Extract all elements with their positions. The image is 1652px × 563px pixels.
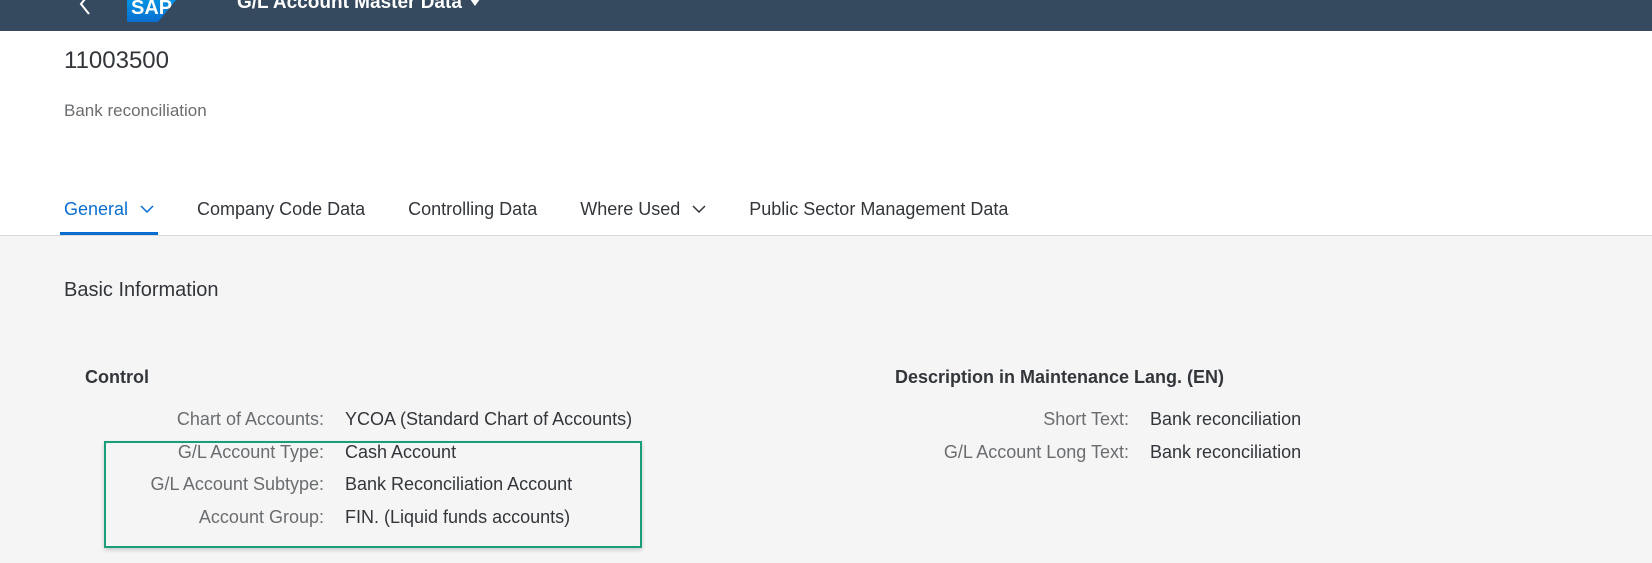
tab-public-sector-management-data[interactable]: Public Sector Management Data [745,183,1012,235]
field-value: Bank reconciliation [1150,442,1302,462]
form-row-gl-account-long-text: G/L Account Long Text: Bank reconciliati… [0,442,1652,466]
tab-controlling-data[interactable]: Controlling Data [404,183,541,235]
section-title: Basic Information [64,279,219,301]
field-value: Bank reconciliation [1150,409,1302,429]
app-title-menu[interactable]: G/L Account Master Data [237,0,480,14]
field-label: G/L Account Long Text: [943,442,1129,462]
tab-company-code-data[interactable]: Company Code Data [193,183,369,235]
field-label: Account Group: [198,507,324,527]
form-row-gl-account-subtype: G/L Account Subtype: Bank Reconciliation… [0,474,1652,498]
tab-label: Controlling Data [408,198,538,219]
caret-down-icon [470,0,480,6]
field-value: FIN. (Liquid funds accounts) [345,507,571,527]
description-group-title: Description in Maintenance Lang. (EN) [895,367,1225,387]
shell-bar: SAP G/L Account Master Data [0,0,1652,31]
field-label: Short Text: [1043,409,1129,429]
field-label: G/L Account Subtype: [150,474,324,494]
sap-logo[interactable]: SAP [127,0,189,22]
tab-general[interactable]: General [60,183,159,235]
tab-bar: General Company Code Data Controlling Da… [60,183,1047,235]
tab-where-used[interactable]: Where Used [576,183,710,235]
form-row-account-group: Account Group: FIN. (Liquid funds accoun… [0,507,1652,531]
tab-label: Company Code Data [197,198,366,219]
sap-logo-text: SAP [131,0,172,19]
tab-label: General [64,198,129,219]
app-title: G/L Account Master Data [237,0,462,13]
control-group-title: Control [85,367,149,387]
back-chevron-icon [79,0,90,15]
object-subtitle: Bank reconciliation [64,101,207,120]
chevron-down-icon [140,205,154,213]
tab-label: Where Used [580,198,681,219]
field-value: Bank Reconciliation Account [345,474,573,494]
object-header: 11003500 Bank reconciliation General Com… [0,31,1652,236]
back-button[interactable] [74,0,98,16]
tab-label: Public Sector Management Data [749,198,1009,219]
form-row-short-text: Short Text: Bank reconciliation [0,409,1652,433]
chevron-down-icon [692,205,706,213]
object-title: 11003500 [64,47,169,74]
